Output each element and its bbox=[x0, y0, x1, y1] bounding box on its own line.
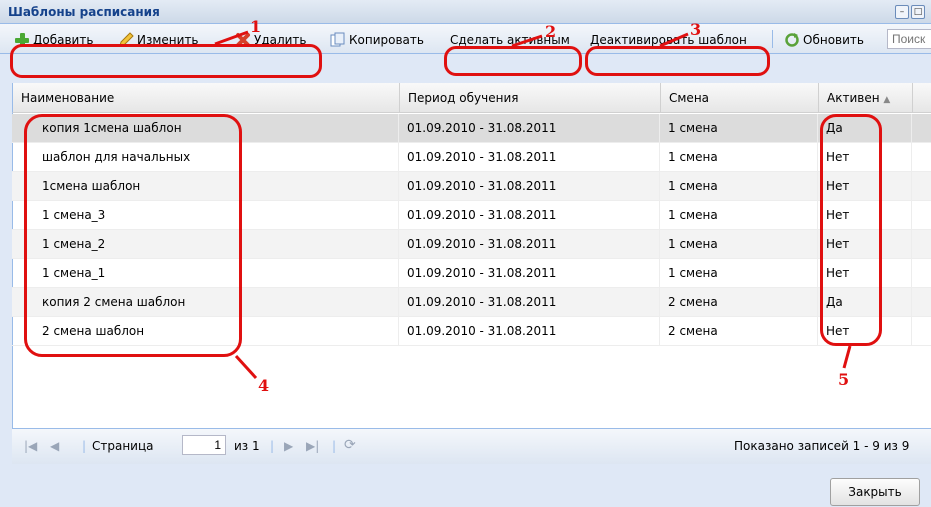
table-row[interactable]: 2 смена шаблон 01.09.2010 - 31.08.2011 2… bbox=[12, 317, 931, 346]
refresh-button-label: Обновить bbox=[803, 33, 864, 47]
last-page-icon[interactable]: ▶| bbox=[306, 439, 319, 453]
paging-toolbar: |◀ ◀ | Страница из 1 | ▶ ▶| | ⟳ Показано… bbox=[12, 428, 931, 464]
cell-shift: 1 смена bbox=[660, 114, 818, 143]
delete-button-label: Удалить bbox=[254, 33, 307, 47]
first-page-icon[interactable]: |◀ bbox=[24, 439, 37, 453]
edit-button[interactable]: Изменить bbox=[118, 31, 199, 49]
pager-separator: | bbox=[332, 439, 337, 453]
cell-shift: 1 смена bbox=[660, 172, 818, 201]
add-button[interactable]: Добавить bbox=[14, 31, 93, 49]
annotation-number: 3 bbox=[690, 20, 702, 39]
refresh-button[interactable]: Обновить bbox=[784, 31, 864, 49]
cell-period: 01.09.2010 - 31.08.2011 bbox=[399, 172, 660, 201]
search-input[interactable] bbox=[887, 29, 931, 49]
cell-active: Нет bbox=[818, 317, 912, 346]
page-label: Страница bbox=[92, 439, 154, 453]
sort-ascending-icon: ▲ bbox=[883, 95, 891, 105]
delete-button[interactable]: Удалить bbox=[235, 31, 307, 49]
cell-shift: 1 смена bbox=[660, 259, 818, 288]
annotation-number: 2 bbox=[545, 22, 557, 41]
grid-header: Наименование Период обучения Смена Актив… bbox=[12, 83, 931, 113]
pencil-icon bbox=[118, 32, 134, 48]
delete-x-icon bbox=[235, 32, 251, 48]
column-header-name[interactable]: Наименование bbox=[13, 83, 400, 113]
cell-active: Да bbox=[818, 114, 912, 143]
copy-button-label: Копировать bbox=[349, 33, 424, 47]
cell-period: 01.09.2010 - 31.08.2011 bbox=[399, 143, 660, 172]
next-page-icon[interactable]: ▶ bbox=[284, 439, 293, 453]
cell-name: шаблон для начальных bbox=[12, 143, 399, 172]
cell-period: 01.09.2010 - 31.08.2011 bbox=[399, 114, 660, 143]
cell-active: Нет bbox=[818, 172, 912, 201]
copy-icon bbox=[330, 32, 346, 48]
add-button-label: Добавить bbox=[33, 33, 94, 47]
cell-name: копия 1смена шаблон bbox=[12, 114, 399, 143]
table-row[interactable]: 1 смена_1 01.09.2010 - 31.08.2011 1 смен… bbox=[12, 259, 931, 288]
column-header-period[interactable]: Период обучения bbox=[400, 83, 661, 113]
cell-period: 01.09.2010 - 31.08.2011 bbox=[399, 201, 660, 230]
pager-separator: | bbox=[82, 439, 87, 453]
cell-period: 01.09.2010 - 31.08.2011 bbox=[399, 259, 660, 288]
window-title: Шаблоны расписания bbox=[8, 5, 160, 19]
cell-shift: 1 смена bbox=[660, 230, 818, 259]
plus-icon bbox=[14, 32, 30, 48]
table-row[interactable]: 1 смена_2 01.09.2010 - 31.08.2011 1 смен… bbox=[12, 230, 931, 259]
deactivate-template-button-label: Деактивировать шаблон bbox=[590, 33, 747, 47]
toolbar-separator bbox=[772, 30, 773, 48]
cell-shift: 2 смена bbox=[660, 288, 818, 317]
cell-active: Да bbox=[818, 288, 912, 317]
column-header-shift[interactable]: Смена bbox=[661, 83, 819, 113]
cell-shift: 1 смена bbox=[660, 201, 818, 230]
annotation-number: 5 bbox=[838, 370, 850, 389]
annotation-number: 1 bbox=[250, 17, 262, 36]
deactivate-template-button[interactable]: Деактивировать шаблон bbox=[590, 31, 747, 49]
cell-name: 1смена шаблон bbox=[12, 172, 399, 201]
cell-name: 1 смена_3 bbox=[12, 201, 399, 230]
records-summary: Показано записей 1 - 9 из 9 bbox=[734, 439, 910, 453]
cell-period: 01.09.2010 - 31.08.2011 bbox=[399, 230, 660, 259]
cell-active: Нет bbox=[818, 259, 912, 288]
minimize-icon[interactable]: – bbox=[895, 5, 909, 19]
copy-button[interactable]: Копировать bbox=[330, 31, 424, 49]
edit-button-label: Изменить bbox=[137, 33, 199, 47]
close-button[interactable]: Закрыть bbox=[830, 478, 920, 506]
cell-name: 1 смена_2 bbox=[12, 230, 399, 259]
column-header-active-label: Активен bbox=[827, 91, 880, 105]
cell-active: Нет bbox=[818, 201, 912, 230]
cell-name: 1 смена_1 bbox=[12, 259, 399, 288]
grid-rows: копия 1смена шаблон 01.09.2010 - 31.08.2… bbox=[12, 114, 931, 346]
toolbar: Добавить Изменить Удалить Копировать Сде… bbox=[0, 24, 931, 54]
page-of-label: из 1 bbox=[234, 439, 260, 453]
refresh-icon[interactable]: ⟳ bbox=[344, 437, 356, 453]
prev-page-icon[interactable]: ◀ bbox=[50, 439, 59, 453]
maximize-icon[interactable]: □ bbox=[911, 5, 925, 19]
window-titlebar: Шаблоны расписания – □ bbox=[0, 0, 931, 24]
cell-shift: 1 смена bbox=[660, 143, 818, 172]
cell-active: Нет bbox=[818, 143, 912, 172]
annotation-number: 4 bbox=[258, 376, 270, 395]
cell-period: 01.09.2010 - 31.08.2011 bbox=[399, 288, 660, 317]
page-number-input[interactable] bbox=[182, 435, 226, 455]
cell-name: 2 смена шаблон bbox=[12, 317, 399, 346]
table-row[interactable]: копия 2 смена шаблон 01.09.2010 - 31.08.… bbox=[12, 288, 931, 317]
cell-name: копия 2 смена шаблон bbox=[12, 288, 399, 317]
cell-shift: 2 смена bbox=[660, 317, 818, 346]
schedule-templates-window: Шаблоны расписания – □ Добавить Изменить… bbox=[0, 0, 931, 507]
cell-period: 01.09.2010 - 31.08.2011 bbox=[399, 317, 660, 346]
table-row[interactable]: 1 смена_3 01.09.2010 - 31.08.2011 1 смен… bbox=[12, 201, 931, 230]
table-row[interactable]: 1смена шаблон 01.09.2010 - 31.08.2011 1 … bbox=[12, 172, 931, 201]
cell-active: Нет bbox=[818, 230, 912, 259]
table-row[interactable]: копия 1смена шаблон 01.09.2010 - 31.08.2… bbox=[12, 114, 931, 143]
pager-separator: | bbox=[270, 439, 275, 453]
refresh-icon bbox=[784, 32, 800, 48]
table-row[interactable]: шаблон для начальных 01.09.2010 - 31.08.… bbox=[12, 143, 931, 172]
column-header-active[interactable]: Активен ▲ bbox=[819, 83, 913, 113]
